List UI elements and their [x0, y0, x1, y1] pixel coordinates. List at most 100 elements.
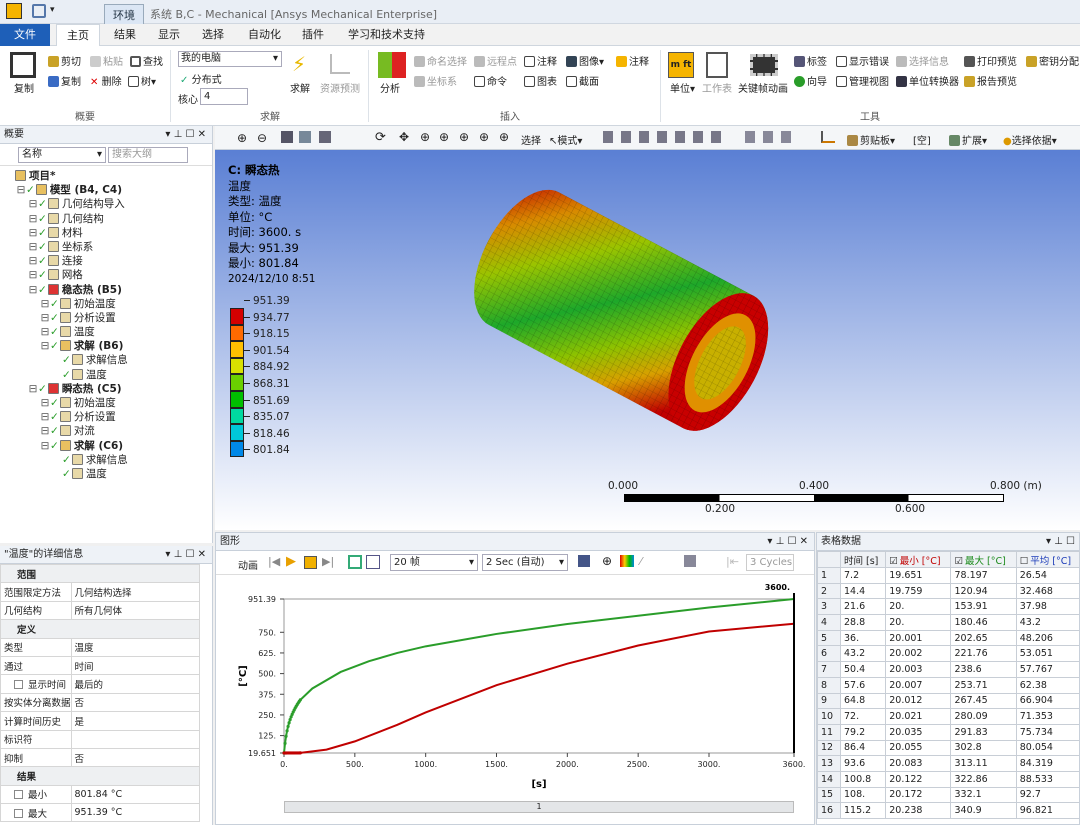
table-row[interactable]: 3 21.6 20. 153.91 37.98: [817, 598, 1079, 616]
report-preview-button[interactable]: 报告预览: [964, 73, 1017, 88]
copy-button[interactable]: 复制: [14, 80, 34, 95]
details-row[interactable]: 计算时间历史是: [0, 711, 201, 731]
tree-item[interactable]: ⊟✓ 温度: [4, 325, 212, 339]
tree-item[interactable]: ✓ 温度: [4, 467, 212, 481]
details-row[interactable]: 几何结构 所有几何体: [0, 600, 201, 621]
table-row[interactable]: 14 100.8 20.122 322.86 88.533: [817, 770, 1079, 788]
analysis-button[interactable]: 分析: [380, 80, 400, 95]
wireframe-icon[interactable]: [319, 131, 331, 143]
tree-item[interactable]: ⊟✓ 网格: [4, 268, 212, 282]
save-icon[interactable]: [32, 4, 46, 18]
solve-machine-select[interactable]: 我的电脑 ▾: [178, 51, 282, 67]
zoom-fit-icon[interactable]: ⊕: [459, 130, 469, 144]
play-icon[interactable]: ▶: [286, 554, 296, 569]
table-row[interactable]: 9 64.8 20.012 267.45 66.904: [817, 692, 1079, 710]
tree-item[interactable]: ⊟✓ 瞬态热 (C5): [4, 382, 212, 396]
print-preview-button[interactable]: 打印预览: [964, 53, 1017, 68]
worksheet-button[interactable]: 工作表: [702, 80, 732, 95]
tree-item[interactable]: ⊟✓ 对流: [4, 424, 212, 438]
table-row[interactable]: 12 86.4 20.055 302.8 80.054: [817, 739, 1079, 757]
details-row[interactable]: 范围限定方法 几何结构选择: [0, 582, 201, 602]
details-section[interactable]: 定义: [0, 619, 200, 639]
named-selection-button[interactable]: 命名选择: [414, 53, 467, 68]
paste-button[interactable]: 粘贴: [90, 53, 123, 68]
cycle-icon[interactable]: |⇤: [726, 555, 739, 568]
find-button[interactable]: 查找: [130, 53, 163, 68]
details-value[interactable]: 801.84 °C: [70, 784, 201, 805]
color-map-icon[interactable]: [620, 555, 634, 567]
tab-plugins[interactable]: 插件: [292, 24, 334, 46]
details-value[interactable]: 否: [70, 747, 201, 768]
zoom-reset-icon[interactable]: ⊕: [499, 130, 509, 144]
zoom-icon[interactable]: ⊕: [420, 130, 430, 144]
details-row[interactable]: 显示时间 最后的: [0, 674, 201, 694]
probe-icon[interactable]: ⁄: [640, 555, 642, 568]
resource-predict-button[interactable]: 资源预测: [320, 80, 360, 95]
details-section[interactable]: 结果: [0, 766, 200, 786]
tree-item[interactable]: ✓ 求解信息: [4, 353, 212, 367]
tree-expander-icon[interactable]: ⊟: [28, 240, 38, 254]
keyframe-animation-button[interactable]: 关键帧动画: [738, 80, 788, 95]
iso-view-icon[interactable]: [281, 131, 293, 143]
scale-icon[interactable]: [684, 555, 696, 567]
stop-icon[interactable]: [304, 556, 317, 569]
tree-item[interactable]: ⊟✓ 求解 (C6): [4, 439, 212, 453]
outline-name-select[interactable]: 名称 ▾: [18, 147, 106, 163]
details-checkbox[interactable]: [14, 680, 23, 690]
table-row[interactable]: 5 36. 20.001 202.65 48.206: [817, 629, 1079, 647]
table-row[interactable]: 4 28.8 20. 180.46 43.2: [817, 614, 1079, 631]
select-by-button[interactable]: ●选择依据▾: [1003, 132, 1057, 147]
tab-results[interactable]: 结果: [104, 24, 146, 46]
tag-button[interactable]: 标签: [794, 53, 827, 68]
tree-expander-icon[interactable]: ⊟: [40, 439, 50, 453]
tab-home[interactable]: 主页: [56, 24, 100, 46]
cut-button[interactable]: 剪切: [48, 53, 81, 68]
command-button[interactable]: 命令: [474, 73, 507, 88]
distributed-frames-icon[interactable]: [348, 555, 362, 569]
tree-expander-icon[interactable]: ⊟: [40, 325, 50, 339]
details-value[interactable]: 几何结构选择: [70, 582, 201, 602]
details-row[interactable]: 抑制否: [0, 747, 201, 768]
column-checkbox[interactable]: ☐: [1020, 556, 1029, 567]
key-assignment-button[interactable]: 密钥分配: [1026, 53, 1079, 68]
details-checkbox[interactable]: [14, 790, 23, 800]
details-row[interactable]: 最小 801.84 °C: [0, 784, 201, 805]
table-row[interactable]: 7 50.4 20.003 238.6 57.767: [817, 661, 1079, 678]
graph-icon[interactable]: [821, 131, 835, 143]
tree-expander-icon[interactable]: ⊟: [28, 212, 38, 226]
units-button[interactable]: 单位▾: [670, 80, 695, 95]
tree-expander-icon[interactable]: ⊟: [40, 339, 50, 353]
table-row[interactable]: 10 72. 20.021 280.09 71.353: [817, 708, 1079, 725]
tree-item[interactable]: ✓ 温度: [4, 368, 212, 382]
next-frame-icon[interactable]: ▶|: [322, 555, 334, 568]
tree-item[interactable]: ✓ 求解信息: [4, 453, 212, 467]
tree-item[interactable]: ⊟✓ 分析设置: [4, 311, 212, 325]
magnifier-icon[interactable]: ⊕: [479, 130, 489, 144]
tree-item[interactable]: ⊟✓ 初始温度: [4, 396, 212, 410]
details-row[interactable]: 最大 951.39 °C: [0, 803, 201, 823]
wizard-button[interactable]: 向导: [794, 73, 827, 88]
section-button[interactable]: 截面: [566, 73, 599, 88]
tab-automation[interactable]: 自动化: [238, 24, 291, 46]
tree-item[interactable]: ⊟✓ 连接: [4, 254, 212, 268]
details-value[interactable]: [70, 729, 201, 749]
table-row[interactable]: 16 115.2 20.238 340.9 96.821: [817, 802, 1079, 819]
table-row[interactable]: 11 79.2 20.035 291.83 75.734: [817, 723, 1079, 741]
tree-item[interactable]: ⊟✓ 模型 (B4, C4): [4, 183, 212, 197]
zoom-in-icon[interactable]: ⊕: [237, 131, 247, 145]
tab-file[interactable]: 文件: [0, 24, 50, 46]
distributed-checkbox[interactable]: ✓ 分布式: [180, 71, 222, 86]
export-video-icon[interactable]: [578, 555, 590, 567]
duration-select[interactable]: 2 Sec (自动) ▾: [482, 554, 568, 571]
tree-item[interactable]: ⊟✓ 几何结构: [4, 212, 212, 226]
details-value[interactable]: 所有几何体: [70, 600, 201, 621]
tree-item[interactable]: ⊟✓ 分析设置: [4, 410, 212, 424]
details-row[interactable]: 类型 温度: [0, 637, 201, 657]
manage-views-button[interactable]: 管理视图: [836, 73, 889, 88]
selection-info-button[interactable]: 选择信息: [896, 53, 949, 68]
tree-expander-icon[interactable]: ⊟: [16, 183, 26, 197]
solve-button[interactable]: 求解: [290, 80, 310, 95]
coordinate-system-button[interactable]: 坐标系: [414, 73, 457, 88]
delete-button[interactable]: ✕ 删除: [90, 73, 122, 88]
tree-item[interactable]: ⊟✓ 稳态热 (B5): [4, 283, 212, 297]
